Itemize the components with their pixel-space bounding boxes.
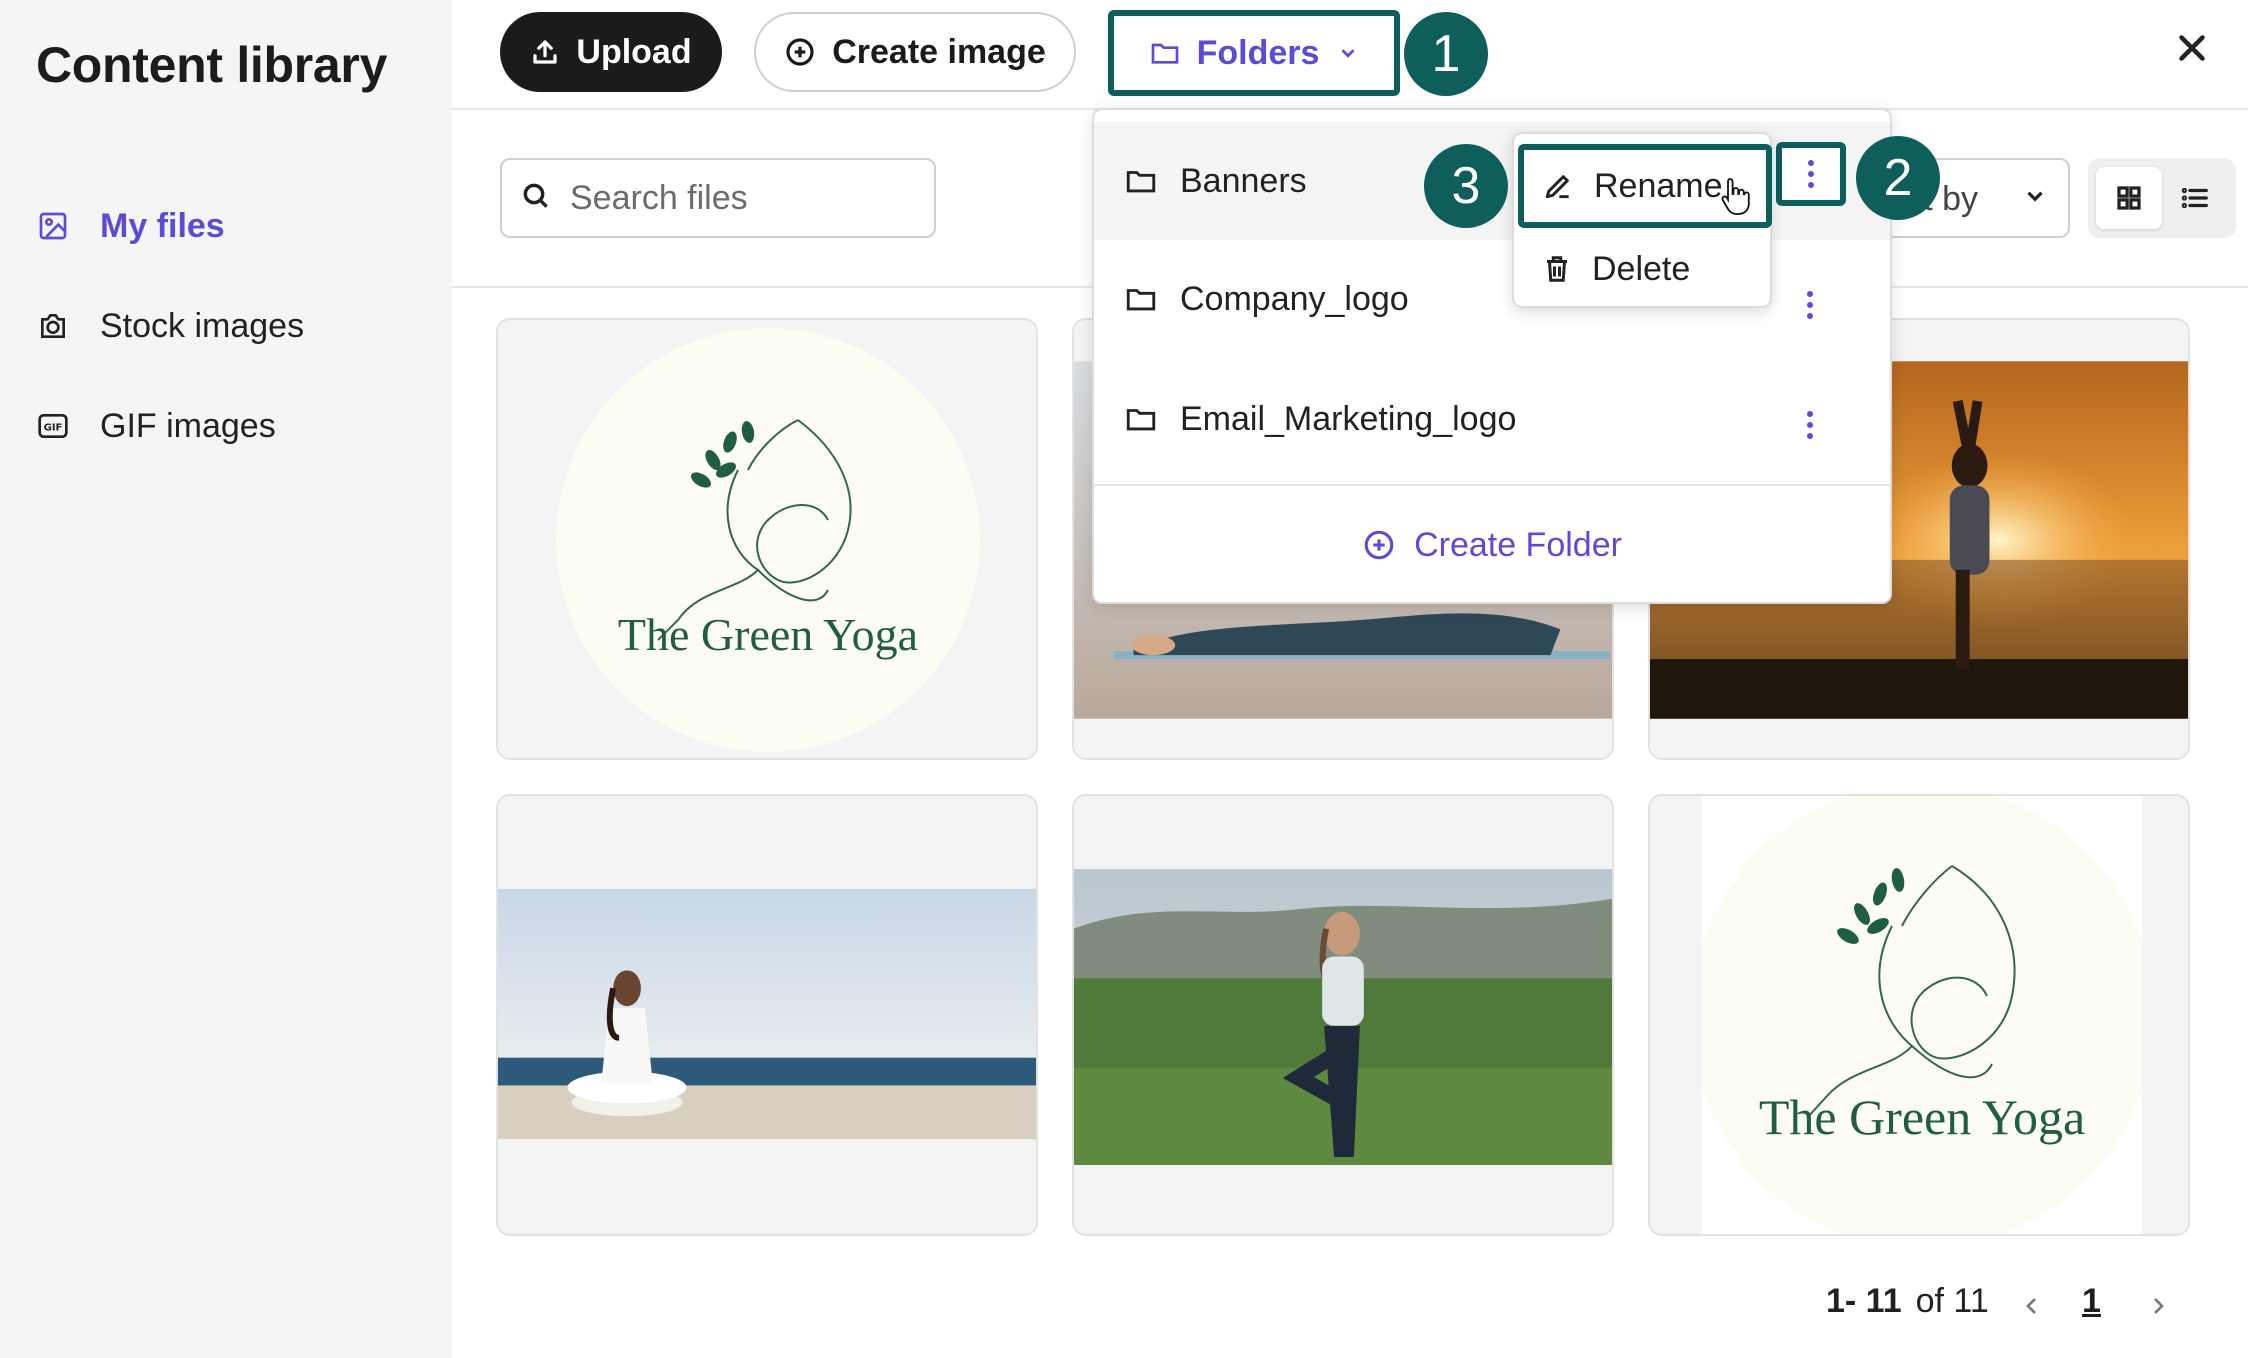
plus-circle-icon: [1362, 528, 1396, 562]
chevron-right-icon[interactable]: [2138, 1286, 2178, 1326]
top-toolbar: Upload Create image Folders: [452, 0, 2248, 110]
close-icon[interactable]: [2166, 22, 2218, 74]
page-number-current[interactable]: 1: [2082, 1282, 2101, 1321]
search-icon: [520, 180, 552, 217]
file-card[interactable]: [496, 794, 1038, 1236]
folder-name: Banners: [1180, 161, 1307, 200]
create-folder-label: Create Folder: [1414, 525, 1622, 564]
file-card[interactable]: The Green Yoga: [1648, 794, 2190, 1236]
upload-label: Upload: [576, 32, 692, 71]
delete-label: Delete: [1592, 249, 1691, 288]
folder-name: Company_logo: [1180, 279, 1409, 318]
trash-icon: [1542, 254, 1572, 284]
delete-menu-item[interactable]: Delete: [1518, 232, 1772, 306]
photo-thumbnail: [498, 888, 1036, 1140]
sidebar-item-stock-images[interactable]: Stock images: [36, 296, 304, 356]
logo-image: The Green Yoga: [556, 328, 980, 752]
sidebar-item-label: GIF images: [100, 406, 276, 445]
logo-caption: The Green Yoga: [1759, 1089, 2085, 1145]
list-view-icon[interactable]: [2162, 167, 2228, 229]
svg-text:GIF: GIF: [44, 423, 63, 434]
more-options-icon[interactable]: [1776, 142, 1846, 206]
view-toggle: [2088, 158, 2236, 238]
more-options-icon[interactable]: [1790, 400, 1830, 450]
sidebar: Content library My files Stock images GI…: [0, 0, 452, 1358]
folders-label: Folders: [1196, 33, 1320, 72]
sidebar-item-label: My files: [100, 206, 225, 245]
logo-image: The Green Yoga: [1702, 796, 2142, 1234]
sidebar-item-my-files[interactable]: My files: [36, 196, 225, 256]
file-card[interactable]: [1072, 794, 1614, 1236]
plus-circle-icon: [784, 36, 816, 68]
chevron-down-icon: [2022, 179, 2048, 218]
create-folder-button[interactable]: Create Folder: [1094, 486, 1890, 604]
page-title: Content library: [36, 37, 388, 93]
create-image-button[interactable]: Create image: [754, 12, 1076, 92]
gif-icon: GIF: [36, 409, 70, 443]
grid-view-icon[interactable]: [2096, 167, 2162, 229]
rename-label: Rename: [1594, 166, 1723, 205]
pagination-summary: 1- 11 of 11: [1826, 1282, 1989, 1321]
pagination-range: 1- 11: [1826, 1282, 1902, 1320]
pagination-total: of 11: [1915, 1282, 1989, 1320]
folders-dropdown-button[interactable]: Folders: [1108, 10, 1400, 96]
file-card[interactable]: The Green Yoga: [496, 318, 1038, 760]
folder-icon: [1124, 402, 1158, 436]
folder-icon: [1149, 37, 1181, 69]
photo-thumbnail: [1074, 869, 1612, 1165]
step-badge: 1: [1404, 12, 1488, 96]
folder-item-email-marketing-logo[interactable]: Email_Marketing_logo: [1094, 360, 1890, 478]
step-badge: 3: [1424, 144, 1508, 228]
create-image-label: Create image: [832, 32, 1046, 71]
camera-icon: [36, 309, 70, 343]
chevron-down-icon: [1337, 34, 1359, 73]
upload-icon: [530, 37, 560, 67]
step-badge: 2: [1856, 136, 1940, 220]
folder-icon: [1124, 282, 1158, 316]
hand-cursor-icon: [1720, 176, 1750, 221]
upload-button[interactable]: Upload: [500, 12, 722, 92]
sidebar-item-gif-images[interactable]: GIF GIF images: [36, 396, 276, 456]
folder-name: Email_Marketing_logo: [1180, 399, 1517, 438]
image-icon: [36, 209, 70, 243]
search-field[interactable]: [500, 158, 936, 238]
folder-icon: [1124, 164, 1158, 198]
pencil-icon: [1542, 170, 1574, 202]
chevron-left-icon[interactable]: [2012, 1286, 2052, 1326]
sidebar-item-label: Stock images: [100, 306, 305, 345]
more-options-icon[interactable]: [1790, 280, 1830, 330]
search-input[interactable]: [570, 178, 910, 218]
logo-caption: The Green Yoga: [618, 609, 918, 660]
